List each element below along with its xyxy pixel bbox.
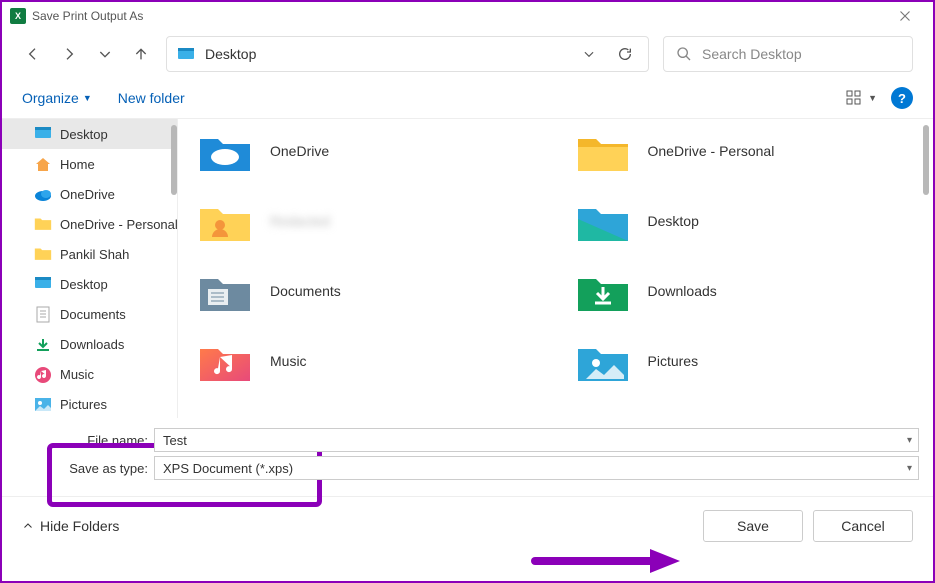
folder-yellow-icon	[34, 216, 52, 232]
documents-folder-icon	[198, 269, 252, 313]
chevron-up-icon	[22, 520, 34, 532]
savetype-label: Save as type:	[48, 461, 154, 476]
content-item-label: Music	[270, 353, 307, 369]
music-icon	[34, 366, 52, 382]
navigation-row: Desktop	[2, 30, 933, 78]
content-item-label: Redacted	[270, 213, 330, 229]
footer: Hide Folders Save Cancel	[2, 496, 933, 554]
content-item-redacted[interactable]: Redacted	[198, 199, 536, 243]
sidebar-item-documents[interactable]: Documents	[2, 299, 177, 329]
search-icon	[676, 46, 692, 62]
content-pane: OneDrive OneDrive - Personal Redacted Deskt…	[177, 118, 933, 418]
music-folder-icon	[198, 339, 252, 383]
hide-folders-toggle[interactable]: Hide Folders	[22, 518, 693, 534]
content-item-documents[interactable]: Documents	[198, 269, 536, 313]
onedrive-folder-icon	[198, 129, 252, 173]
search-box[interactable]	[663, 36, 913, 72]
sidebar-item-pictures[interactable]: Pictures	[2, 389, 177, 419]
desktop-icon	[34, 126, 52, 142]
sidebar-item-pankil-shah[interactable]: Pankil Shah	[2, 239, 177, 269]
titlebar: X Save Print Output As	[2, 2, 933, 30]
new-folder-button[interactable]: New folder	[118, 90, 185, 106]
sidebar-item-label: Music	[60, 367, 94, 382]
user-folder-icon	[198, 199, 252, 243]
savetype-select[interactable]: XPS Document (*.xps)▾	[154, 456, 919, 480]
pictures-icon	[34, 396, 52, 412]
save-button[interactable]: Save	[703, 510, 803, 542]
forward-button[interactable]	[58, 43, 80, 65]
up-button[interactable]	[130, 43, 152, 65]
file-fields: File name: Test▾ Save as type: XPS Docum…	[2, 418, 933, 496]
content-item-label: OneDrive	[270, 143, 329, 159]
close-button[interactable]	[885, 3, 925, 29]
pictures-folder-icon	[576, 339, 630, 383]
sidebar-item-label: Desktop	[60, 127, 108, 142]
desktop-icon	[177, 47, 195, 61]
content-item-label: Desktop	[648, 213, 699, 229]
recent-dropdown[interactable]	[94, 43, 116, 65]
sidebar-item-desktop[interactable]: Desktop	[2, 119, 177, 149]
sidebar-item-label: OneDrive - Personal	[60, 217, 177, 232]
back-button[interactable]	[22, 43, 44, 65]
filename-label: File name:	[48, 433, 154, 448]
refresh-button[interactable]	[612, 41, 638, 67]
cancel-button[interactable]: Cancel	[813, 510, 913, 542]
sidebar-item-label: Pankil Shah	[60, 247, 129, 262]
downloads-icon	[34, 336, 52, 352]
content-item-desktop[interactable]: Desktop	[576, 199, 914, 243]
chevron-down-icon[interactable]: ▾	[907, 435, 912, 446]
content-item-label: Downloads	[648, 283, 717, 299]
sidebar-item-label: Desktop	[60, 277, 108, 292]
address-bar[interactable]: Desktop	[166, 36, 649, 72]
content-item-label: OneDrive - Personal	[648, 143, 775, 159]
sidebar-item-label: OneDrive	[60, 187, 115, 202]
sidebar-item-music[interactable]: Music	[2, 359, 177, 389]
search-input[interactable]	[702, 46, 900, 62]
downloads-folder-icon	[576, 269, 630, 313]
window-title: Save Print Output As	[32, 9, 885, 23]
sidebar-item-home[interactable]: Home	[2, 149, 177, 179]
sidebar-item-label: Pictures	[60, 397, 107, 412]
content-item-downloads[interactable]: Downloads	[576, 269, 914, 313]
folder-yellow-icon	[34, 246, 52, 262]
content-item-pictures[interactable]: Pictures	[576, 339, 914, 383]
view-toggle[interactable]: ▼	[846, 90, 877, 106]
sidebar-item-label: Downloads	[60, 337, 124, 352]
toolbar: Organize ▼ New folder ▼ ?	[2, 78, 933, 118]
excel-icon: X	[10, 8, 26, 24]
content-scrollbar[interactable]	[923, 125, 929, 195]
sidebar-item-label: Home	[60, 157, 95, 172]
chevron-down-icon[interactable]: ▾	[907, 463, 912, 474]
content-item-music[interactable]: Music	[198, 339, 536, 383]
sidebar-item-label: Documents	[60, 307, 126, 322]
onedrive-icon	[34, 186, 52, 202]
address-dropdown[interactable]	[576, 41, 602, 67]
organize-menu[interactable]: Organize ▼	[22, 90, 92, 106]
location-text: Desktop	[205, 46, 566, 62]
home-icon	[34, 156, 52, 172]
sidebar-item-desktop[interactable]: Desktop	[2, 269, 177, 299]
sidebar-item-onedrive[interactable]: OneDrive	[2, 179, 177, 209]
desktop-icon	[34, 276, 52, 292]
sidebar: Desktop Home OneDrive OneDrive - Personal Pa…	[2, 118, 177, 418]
filename-input[interactable]: Test▾	[154, 428, 919, 452]
content-item-onedrive[interactable]: OneDrive	[198, 129, 536, 173]
folder-yellow-icon	[576, 129, 630, 173]
content-item-onedrive-personal[interactable]: OneDrive - Personal	[576, 129, 914, 173]
sidebar-item-downloads[interactable]: Downloads	[2, 329, 177, 359]
desktop-folder-icon	[576, 199, 630, 243]
main-area: Desktop Home OneDrive OneDrive - Personal Pa…	[2, 118, 933, 418]
content-item-label: Pictures	[648, 353, 699, 369]
content-item-label: Documents	[270, 283, 341, 299]
sidebar-item-onedrive-personal[interactable]: OneDrive - Personal	[2, 209, 177, 239]
documents-icon	[34, 306, 52, 322]
help-button[interactable]: ?	[891, 87, 913, 109]
